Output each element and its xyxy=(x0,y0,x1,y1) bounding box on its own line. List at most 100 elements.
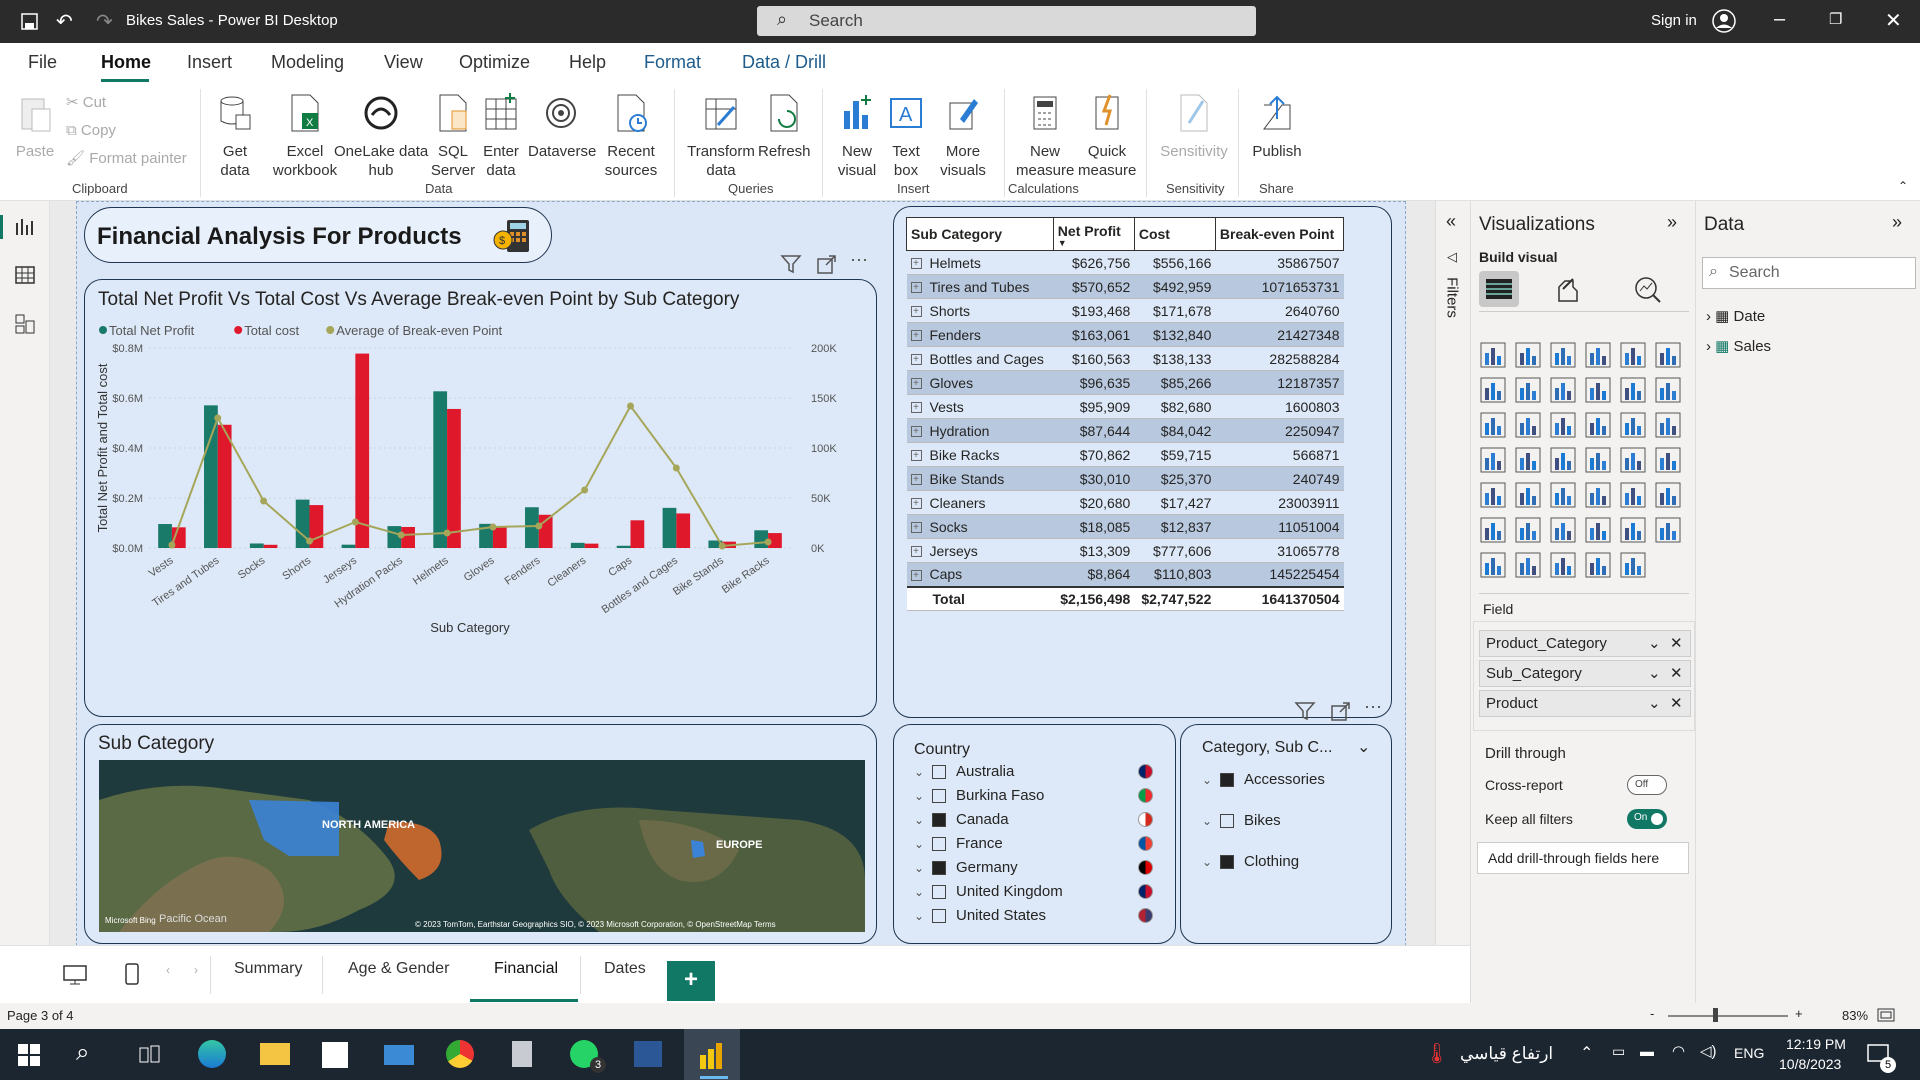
bar-cost[interactable] xyxy=(447,408,461,548)
powerbi-icon[interactable] xyxy=(696,1041,726,1069)
restore-icon[interactable]: ❐ xyxy=(1829,10,1842,28)
visual-type-icon[interactable] xyxy=(1515,482,1541,508)
visual-type-icon[interactable] xyxy=(1585,552,1611,578)
visual-type-icon[interactable] xyxy=(1480,412,1506,438)
visual-type-icon[interactable] xyxy=(1515,552,1541,578)
next-page-icon[interactable]: › xyxy=(194,963,198,977)
checkbox[interactable] xyxy=(932,789,946,804)
visual-type-icon[interactable] xyxy=(1655,342,1681,368)
chevron-down-icon[interactable]: ⌄ xyxy=(1202,855,1220,869)
country-item[interactable]: ⌄ Australia xyxy=(914,763,1154,780)
visual-type-icon[interactable] xyxy=(1515,377,1541,403)
tab-age-gender[interactable]: Age & Gender xyxy=(348,960,449,978)
country-item[interactable]: ⌄ France xyxy=(914,835,1154,852)
visual-type-icon[interactable] xyxy=(1655,482,1681,508)
add-page-button[interactable]: + xyxy=(667,961,715,1001)
recent-sources-button[interactable]: Recent sources xyxy=(596,93,666,180)
table-item-sales[interactable]: › ▦ Sales xyxy=(1706,337,1771,355)
dataverse-button[interactable]: Dataverse xyxy=(528,93,596,161)
clock-date[interactable]: 10/8/2023 xyxy=(1779,1056,1841,1072)
drill-through-well[interactable]: Add drill-through fields here xyxy=(1477,842,1689,874)
field-product[interactable]: Product ⌄ ✕ xyxy=(1479,690,1691,717)
chevron-down-icon[interactable]: ⌄ xyxy=(914,885,932,899)
visual-type-icon[interactable] xyxy=(1655,412,1681,438)
publish-button[interactable]: Publish xyxy=(1250,93,1304,161)
close-icon[interactable]: ✕ xyxy=(1885,8,1902,33)
slicer-more-icon[interactable]: ⋯ xyxy=(1364,697,1382,718)
menu-home[interactable]: Home xyxy=(101,52,151,73)
search-icon[interactable]: ⌕ xyxy=(76,1039,89,1067)
tab-financial[interactable]: Financial xyxy=(494,960,558,978)
bar-cost[interactable] xyxy=(217,424,232,548)
chevron-right-icon[interactable]: › xyxy=(1706,308,1711,325)
line-point[interactable] xyxy=(489,523,497,531)
checkbox[interactable] xyxy=(932,837,946,852)
bar-cost[interactable] xyxy=(584,543,599,548)
store-icon[interactable] xyxy=(322,1042,348,1068)
sensitivity-button[interactable]: Sensitivity xyxy=(1158,93,1230,161)
expand-icon[interactable]: + xyxy=(910,570,922,582)
sub-category-table[interactable]: Sub Category Net Profit ▼ Cost Break-even… xyxy=(906,217,1345,611)
remove-icon[interactable]: ✕ xyxy=(1670,694,1683,712)
account-icon[interactable] xyxy=(1712,9,1736,33)
battery-icon[interactable]: ▬ xyxy=(1640,1043,1654,1059)
sql-server-button[interactable]: SQL Server xyxy=(430,93,476,180)
onelake-button[interactable]: OneLake data hub xyxy=(334,93,428,180)
table-row[interactable]: + Bike Racks $70,862 $59,715 566871 xyxy=(906,442,1344,467)
col-sub-category[interactable]: Sub Category xyxy=(906,217,1054,251)
zoom-in-icon[interactable]: + xyxy=(1795,1006,1803,1021)
line-point[interactable] xyxy=(718,542,726,550)
model-view-icon[interactable] xyxy=(14,313,36,335)
focus-mode-icon[interactable] xyxy=(816,253,838,275)
chevron-down-icon[interactable]: ⌄ xyxy=(914,765,932,779)
keep-filters-toggle[interactable]: On xyxy=(1627,809,1667,829)
table-row[interactable]: + Bottles and Cages $160,563 $138,133 282588… xyxy=(906,346,1344,371)
excel-workbook-button[interactable]: X Excel workbook xyxy=(272,93,338,180)
legend-label[interactable]: Total cost xyxy=(244,323,299,338)
expand-icon[interactable]: + xyxy=(910,546,922,558)
visual-type-icon[interactable] xyxy=(1585,342,1611,368)
field-product-category[interactable]: Product_Category ⌄ ✕ xyxy=(1479,630,1691,657)
menu-insert[interactable]: Insert xyxy=(187,52,232,73)
file-explorer-icon[interactable] xyxy=(260,1043,290,1065)
expand-filters-icon[interactable]: « xyxy=(1446,211,1456,232)
chevron-down-icon[interactable]: ⌄ xyxy=(914,837,932,851)
visual-type-icon[interactable] xyxy=(1550,412,1576,438)
data-search-input[interactable]: ⌕ Search xyxy=(1702,257,1916,289)
visual-type-icon[interactable] xyxy=(1585,482,1611,508)
visual-type-icon[interactable] xyxy=(1655,517,1681,543)
table-row[interactable]: + Gloves $96,635 $85,266 12187357 xyxy=(906,370,1344,395)
slicer-filter-icon[interactable] xyxy=(1294,700,1316,722)
visual-type-icon[interactable] xyxy=(1585,517,1611,543)
refresh-button[interactable]: Refresh xyxy=(758,93,811,161)
checkbox[interactable] xyxy=(1220,814,1234,829)
paste-button[interactable]: Paste xyxy=(12,93,58,161)
redo-icon[interactable]: ↷ xyxy=(96,9,113,34)
copy-button[interactable]: ⧉ Copy xyxy=(66,121,116,140)
country-item[interactable]: ⌄ Germany xyxy=(914,859,1154,876)
table-row[interactable]: + Tires and Tubes $570,652 $492,959 10716537… xyxy=(906,274,1344,299)
mobile-layout-icon[interactable] xyxy=(124,962,140,988)
new-visual-button[interactable]: New visual xyxy=(832,93,882,180)
menu-format[interactable]: Format xyxy=(644,52,701,73)
expand-icon[interactable]: + xyxy=(910,378,922,390)
visual-type-icon[interactable] xyxy=(1550,482,1576,508)
visual-type-icon[interactable] xyxy=(1585,377,1611,403)
visual-type-icon[interactable] xyxy=(1550,552,1576,578)
line-point[interactable] xyxy=(443,529,451,537)
report-view-icon[interactable] xyxy=(14,215,36,237)
table-row[interactable]: + Socks $18,085 $12,837 11051004 xyxy=(906,514,1344,539)
line-point[interactable] xyxy=(168,541,176,549)
tab-dates[interactable]: Dates xyxy=(604,960,646,978)
visual-type-icon[interactable] xyxy=(1515,447,1541,473)
visual-type-icon[interactable] xyxy=(1480,482,1506,508)
expand-icon[interactable]: + xyxy=(910,330,922,342)
table-row[interactable]: + Hydration $87,644 $84,042 2250947 xyxy=(906,418,1344,443)
checkbox[interactable] xyxy=(932,909,946,924)
visual-type-icon[interactable] xyxy=(1480,447,1506,473)
visual-type-icon[interactable] xyxy=(1585,412,1611,438)
camera-icon[interactable]: ▭ xyxy=(1612,1043,1625,1060)
build-visual-tab[interactable] xyxy=(1479,271,1519,307)
more-options-icon[interactable]: ⋯ xyxy=(850,250,868,271)
slicer-focus-icon[interactable] xyxy=(1330,700,1352,722)
